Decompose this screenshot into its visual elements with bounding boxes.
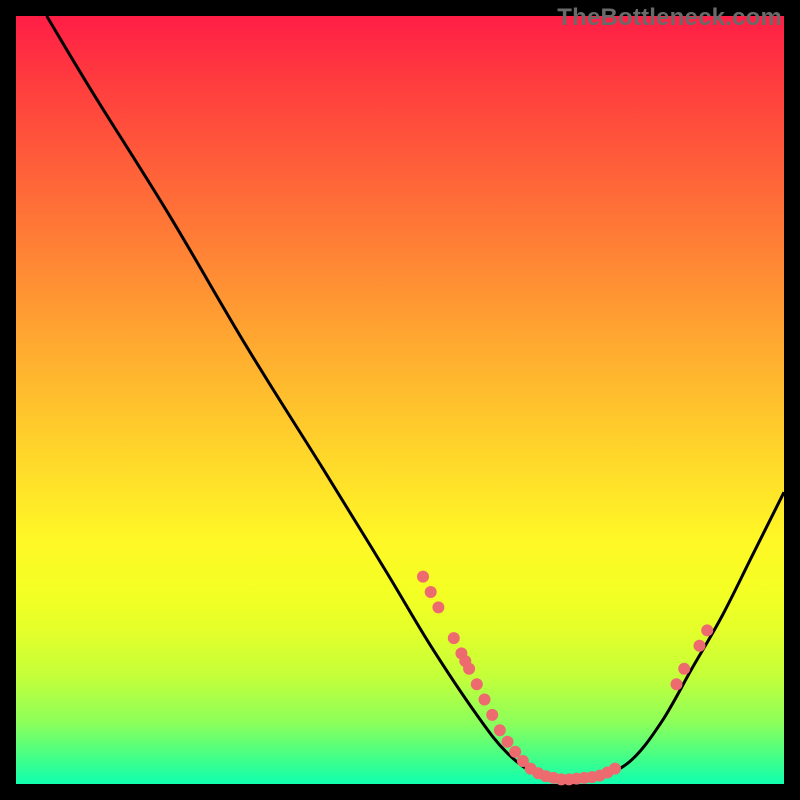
curve-marker: [479, 694, 491, 706]
curve-marker: [678, 663, 690, 675]
curve-marker: [463, 663, 475, 675]
curve-line: [47, 16, 784, 780]
curve-marker: [694, 640, 706, 652]
curve-marker: [448, 632, 460, 644]
curve-marker: [471, 678, 483, 690]
curve-marker: [671, 678, 683, 690]
curve-marker: [486, 709, 498, 721]
curve-marker: [494, 724, 506, 736]
bottleneck-curve-chart: [16, 16, 784, 784]
curve-marker: [609, 763, 621, 775]
curve-marker: [417, 571, 429, 583]
curve-markers: [417, 571, 713, 786]
curve-marker: [701, 624, 713, 636]
curve-marker: [432, 601, 444, 613]
curve-marker: [425, 586, 437, 598]
curve-marker: [502, 736, 514, 748]
curve-marker: [509, 746, 521, 758]
